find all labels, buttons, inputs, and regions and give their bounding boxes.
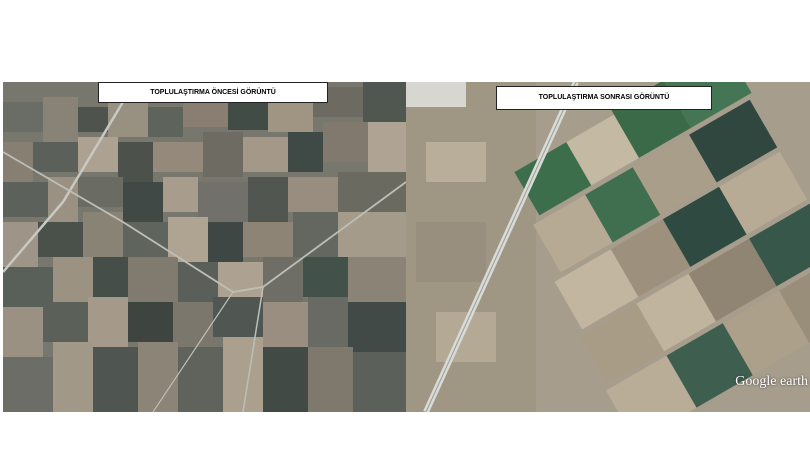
before-consolidation-image: TOPLULAŞTIRMA ÖNCESİ GÖRÜNTÜ [3, 82, 406, 412]
after-consolidation-image: TOPLULAŞTIRMA SONRASI GÖRÜNTÜ Google ear… [406, 82, 810, 412]
before-aerial-photo [3, 82, 406, 412]
before-image-label: TOPLULAŞTIRMA ÖNCESİ GÖRÜNTÜ [98, 82, 328, 103]
after-image-label: TOPLULAŞTIRMA SONRASI GÖRÜNTÜ [496, 86, 712, 110]
google-earth-watermark: Google earth [735, 374, 808, 389]
after-aerial-photo [406, 82, 810, 412]
